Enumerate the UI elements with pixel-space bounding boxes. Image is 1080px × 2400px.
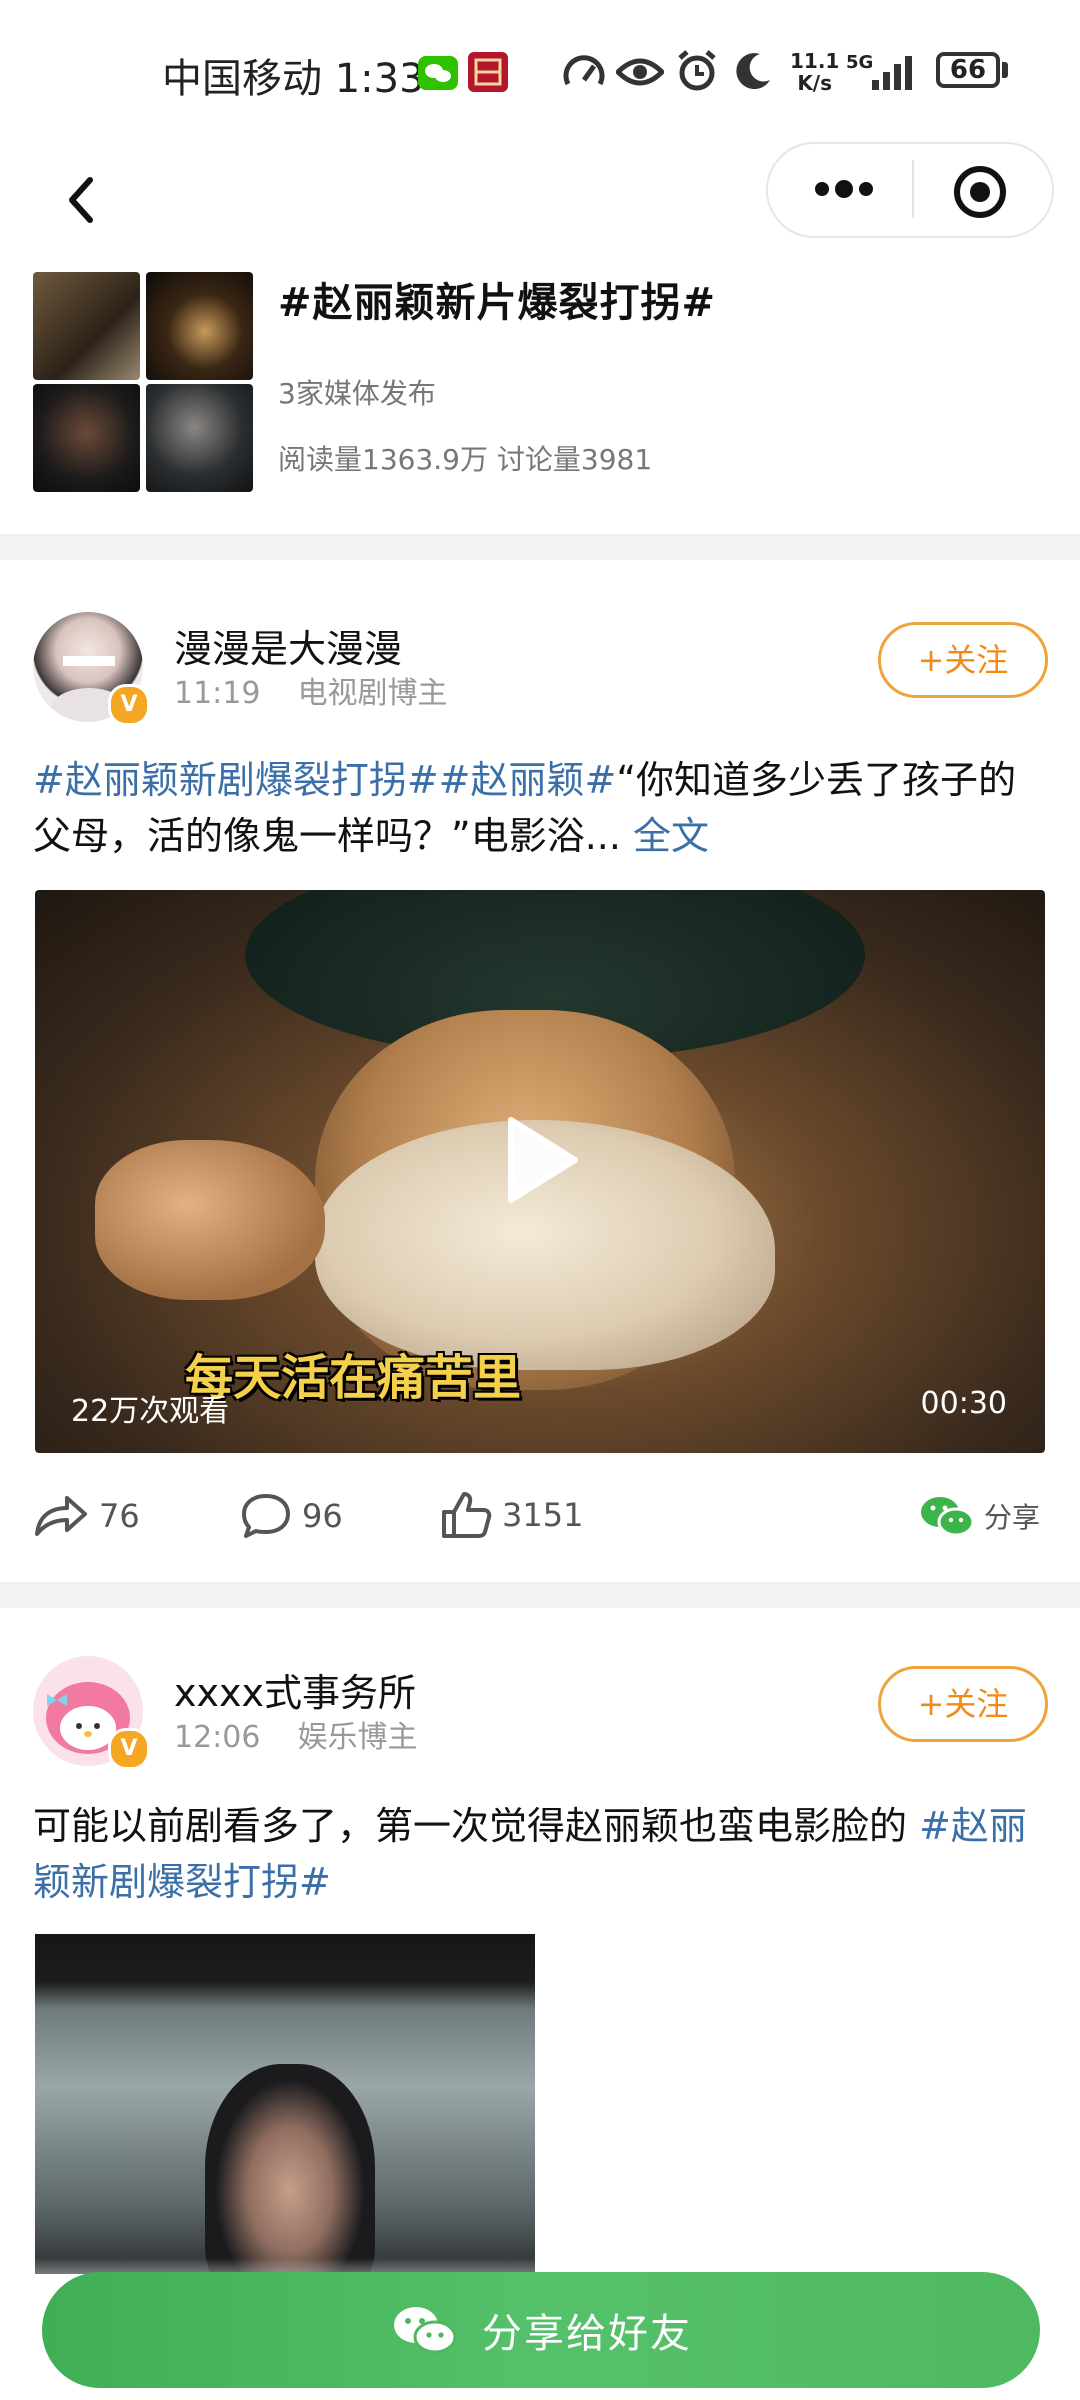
post-meta: 11:19 电视剧博主 <box>174 668 448 712</box>
more-menu-button[interactable] <box>800 158 890 220</box>
post-role: 娱乐博主 <box>297 1720 418 1755</box>
status-carrier: 中国移动 1:33 <box>162 46 425 104</box>
video-view-count: 22万次观看 <box>71 1394 230 1429</box>
follow-button[interactable]: +关注 <box>878 622 1048 698</box>
share-to-friends-button[interactable]: 分享给好友 <box>42 2272 1040 2388</box>
like-action[interactable]: 3151 <box>440 1490 583 1540</box>
carrier-name: 中国移动 <box>162 56 322 102</box>
eye-icon <box>614 54 666 94</box>
verified-badge-icon: V <box>108 1728 150 1770</box>
alarm-icon <box>676 50 718 96</box>
video-subtitle: 每天活在痛苦里 <box>185 1350 522 1406</box>
status-bar: 中国移动 1:33 11.1 K/s 5G 66 <box>0 0 1080 140</box>
target-circle-icon <box>954 166 1006 218</box>
play-icon <box>508 1117 578 1203</box>
post-body: 可能以前剧看多了，第一次觉得赵丽颖也蛮电影脸的 <box>33 1804 920 1848</box>
net-speed-value: 11.1 <box>790 49 840 73</box>
share-to-friends-label: 分享给好友 <box>482 2311 692 2357</box>
post-hashtags[interactable]: #赵丽颖新剧爆裂打拐##赵丽颖# <box>33 758 616 802</box>
battery-indicator: 66 <box>936 52 1000 88</box>
speedometer-icon <box>562 52 606 96</box>
post-role: 电视剧博主 <box>297 676 448 711</box>
topic-cover-thumb-4 <box>146 384 253 492</box>
comment-count: 96 <box>302 1497 343 1535</box>
topic-stats: 阅读量1363.9万 讨论量3981 <box>278 443 653 476</box>
more-dots-icon <box>815 180 873 198</box>
close-miniprogram-button[interactable] <box>952 164 1008 220</box>
video-player[interactable]: 每天活在痛苦里 22万次观看 00:30 <box>35 890 1045 1453</box>
wechat-icon <box>394 2307 457 2354</box>
post-image-figure <box>205 2064 375 2274</box>
post-text: 可能以前剧看多了，第一次觉得赵丽颖也蛮电影脸的 #赵丽颖新剧爆裂打拐# <box>33 1798 1049 1910</box>
wechat-icon <box>921 1497 975 1537</box>
share-label: 分享 <box>984 1501 1041 1534</box>
topic-media-count: 3家媒体发布 <box>278 377 436 410</box>
post-text: #赵丽颖新剧爆裂打拐##赵丽颖#“你知道多少丢了孩子的父母，活的像鬼一样吗？”电… <box>33 752 1049 864</box>
net-speed: 11.1 K/s <box>790 50 839 94</box>
section-divider <box>0 1582 1080 1608</box>
repost-icon <box>35 1496 87 1536</box>
like-count: 3151 <box>502 1496 584 1534</box>
repost-count: 76 <box>99 1497 140 1535</box>
repost-action[interactable]: 76 <box>33 1492 140 1540</box>
moon-icon <box>734 50 774 96</box>
wechat-notification-icon <box>418 56 458 90</box>
thumbs-up-icon <box>442 1492 492 1538</box>
net-speed-unit: K/s <box>797 71 833 95</box>
post-image[interactable] <box>35 1934 535 2274</box>
post-time: 12:06 <box>174 1720 261 1755</box>
read-more-link[interactable]: 全文 <box>633 814 709 858</box>
play-button[interactable] <box>495 1110 585 1214</box>
app-notification-icon <box>468 52 508 92</box>
topic-title: #赵丽颖新片爆裂打拐# <box>278 280 717 326</box>
post-username[interactable]: xxxx式事务所 <box>174 1662 416 1717</box>
topic-cover[interactable] <box>33 272 253 492</box>
verified-badge-icon: V <box>108 684 150 726</box>
capsule-divider <box>912 160 914 218</box>
comment-icon <box>242 1494 290 1538</box>
post-username[interactable]: 漫漫是大漫漫 <box>174 618 402 673</box>
wechat-share-action[interactable]: 分享 <box>918 1492 1040 1540</box>
battery-tip <box>1002 62 1008 78</box>
clock: 1:33 <box>334 56 425 102</box>
post-meta: 12:06 娱乐博主 <box>174 1712 418 1756</box>
follow-button[interactable]: +关注 <box>878 1666 1048 1742</box>
signal-icon <box>868 52 918 96</box>
video-scene-hand <box>95 1140 325 1300</box>
video-duration: 00:30 <box>920 1386 1007 1421</box>
comment-action[interactable]: 96 <box>240 1492 343 1540</box>
section-divider <box>0 534 1080 560</box>
back-button[interactable] <box>54 170 114 230</box>
chevron-left-icon <box>69 177 93 223</box>
topic-cover-thumb-3 <box>33 384 140 492</box>
post-time: 11:19 <box>174 676 261 711</box>
topic-cover-thumb-2 <box>146 272 253 380</box>
topic-cover-thumb-1 <box>33 272 140 380</box>
